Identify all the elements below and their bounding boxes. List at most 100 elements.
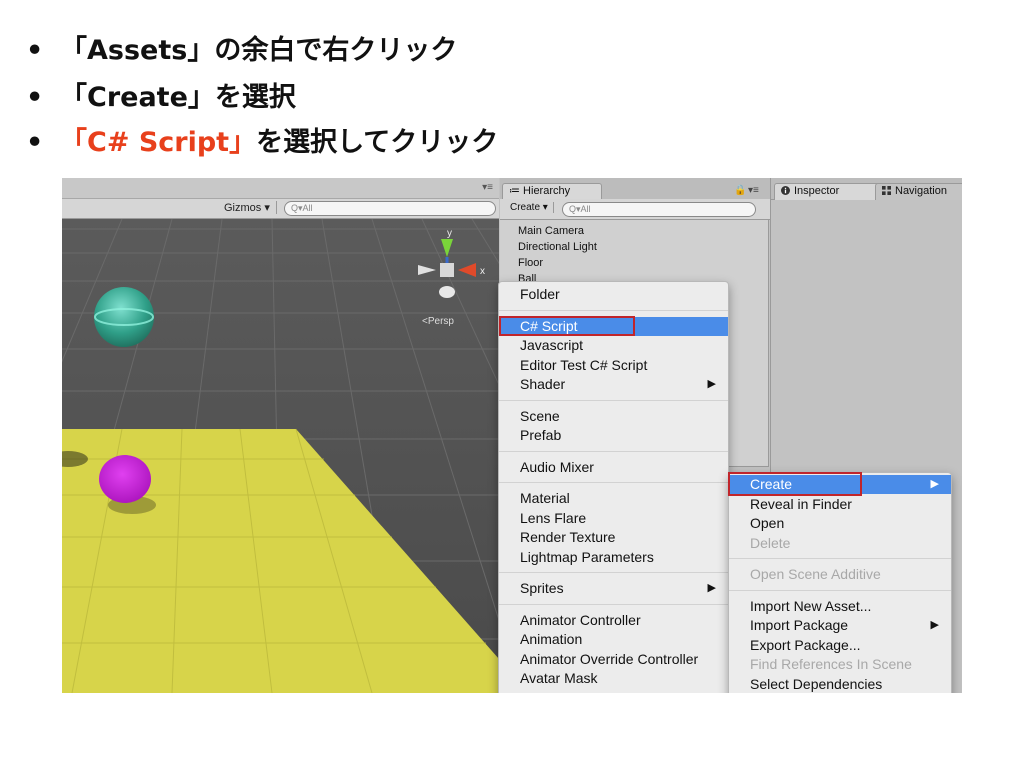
menu-item-label: Export Package...: [750, 636, 861, 653]
menu-item-scene[interactable]: Scene: [499, 407, 728, 426]
menu-item-avatar-mask[interactable]: Avatar Mask: [499, 669, 728, 688]
bullet-marker: •: [26, 82, 44, 113]
menu-item-label: Shader: [520, 376, 566, 392]
scene-view: ▾≡ Gizmos ▾ Q▾All y x <Persp: [62, 178, 499, 693]
magenta-ball[interactable]: [99, 455, 151, 503]
menu-item-render-texture[interactable]: Render Texture: [499, 528, 728, 547]
menu-separator: [729, 589, 951, 591]
menu-separator: [499, 482, 728, 483]
menu-item-label: Animator Controller: [520, 611, 641, 628]
menu-item-delete: Delete: [729, 534, 951, 553]
tab-menu-icon[interactable]: ▾≡: [748, 185, 759, 196]
gizmos-dropdown[interactable]: Gizmos ▾: [224, 201, 277, 214]
hierarchy-toolbar: Create ▾ Q▾All: [500, 199, 770, 220]
menu-item-import-package[interactable]: Import Package ▶: [729, 616, 951, 635]
menu-item-label: Open Scene Additive: [750, 566, 881, 582]
menu-item-animator-override-controller[interactable]: Animator Override Controller: [499, 650, 728, 669]
menu-item-sprites[interactable]: Sprites ▶: [499, 579, 728, 598]
menu-item-animator-controller[interactable]: Animator Controller: [499, 611, 728, 630]
bullet-3: • 「C# Script」を選択してクリック: [26, 120, 498, 159]
scene-search-input[interactable]: Q▾All: [284, 201, 496, 216]
menu-item-label: Sprites: [520, 580, 564, 596]
menu-item-open[interactable]: Open: [729, 514, 951, 533]
menu-item-label: Render Texture: [520, 529, 616, 545]
menu-item-editor-test-c-script[interactable]: Editor Test C# Script: [499, 356, 728, 375]
gizmo-x-label: x: [480, 266, 485, 277]
menu-item-select-dependencies[interactable]: Select Dependencies: [729, 675, 951, 694]
menu-item-javascript[interactable]: Javascript: [499, 336, 728, 355]
submenu-arrow-icon: ▶: [707, 582, 716, 594]
list-item[interactable]: Main Camera: [518, 225, 584, 237]
menu-item-label: Import Package: [750, 617, 849, 633]
project-context-menu: Create ▶ Reveal in Finder Open Delete Open Sc…: [728, 472, 952, 693]
bullet-highlight: 「C# Script」: [60, 127, 257, 158]
menu-item-import-new-asset[interactable]: Import New Asset...: [729, 597, 951, 616]
list-item[interactable]: Floor: [518, 257, 543, 269]
tab-hierarchy[interactable]: ≔ Hierarchy: [502, 183, 602, 200]
bullet-text: 「Create」を選択: [60, 82, 296, 113]
list-item[interactable]: Directional Light: [518, 241, 597, 253]
menu-item-material[interactable]: Material: [499, 489, 728, 508]
menu-item-label: Select Dependencies: [750, 675, 883, 692]
menu-item-folder[interactable]: Folder: [499, 285, 728, 304]
tab-inspector[interactable]: Inspector: [774, 183, 880, 200]
hierarchy-search-input[interactable]: Q▾All: [562, 202, 756, 217]
menu-item-reveal-in-finder[interactable]: Reveal in Finder: [729, 495, 951, 514]
menu-item-label: Reveal in Finder: [750, 495, 852, 512]
lock-icon[interactable]: 🔒: [734, 185, 746, 196]
menu-separator: [499, 399, 728, 401]
menu-separator: [729, 558, 951, 559]
bullet-marker: •: [26, 35, 44, 66]
menu-separator: [499, 603, 728, 605]
navigation-icon: [882, 186, 891, 195]
menu-separator: [499, 572, 728, 573]
menu-item-label: Delete: [750, 534, 791, 551]
persp-label[interactable]: <Persp: [422, 316, 454, 327]
menu-item-export-package[interactable]: Export Package...: [729, 636, 951, 655]
highlight-create: [728, 472, 862, 496]
gizmo-y-label: y: [447, 228, 452, 239]
tab-navigation-label: Navigation: [895, 185, 947, 197]
teal-sphere[interactable]: [94, 287, 154, 347]
menu-item-prefab[interactable]: Prefab: [499, 426, 728, 445]
menu-item-label: Animation: [520, 631, 583, 647]
submenu-arrow-icon: ▶: [930, 478, 939, 490]
submenu-arrow-icon: ▶: [707, 378, 716, 390]
menu-item-label: Scene: [520, 407, 560, 424]
info-icon: [781, 186, 790, 195]
tab-inspector-label: Inspector: [794, 185, 840, 197]
bullet-text: 「Assets」の余白で右クリック: [60, 35, 458, 66]
bullet-text: を選択してクリック: [256, 127, 499, 158]
menu-item-label: Audio Mixer: [520, 458, 594, 475]
unity-editor-screenshot: ▾≡ Gizmos ▾ Q▾All y x <Persp ≔ Hierarchy…: [62, 178, 962, 693]
menu-item-label: Animator Override Controller: [520, 650, 699, 667]
menu-item-label: Open: [750, 515, 785, 531]
submenu-arrow-icon: ▶: [930, 619, 939, 631]
scene-toolbar: Gizmos ▾ Q▾All: [62, 199, 499, 219]
inspector-tabbar: Inspector Navigation: [771, 178, 962, 200]
menu-separator: [499, 309, 728, 311]
menu-item-label: Avatar Mask: [520, 670, 598, 686]
scene-tab-menu-icon[interactable]: ▾≡: [482, 182, 493, 193]
menu-separator: [499, 450, 728, 452]
menu-item-lightmap-parameters[interactable]: Lightmap Parameters: [499, 548, 728, 567]
menu-item-audio-mixer[interactable]: Audio Mixer: [499, 458, 728, 477]
menu-item-label: Lens Flare: [520, 509, 587, 526]
highlight-csharp-script: [499, 316, 635, 336]
tab-navigation[interactable]: Navigation: [875, 183, 962, 200]
menu-item-animation[interactable]: Animation: [499, 630, 728, 649]
menu-item-label: Folder: [520, 286, 560, 302]
scene-tabstrip: ▾≡: [62, 178, 499, 199]
menu-item-shader[interactable]: Shader ▶: [499, 375, 728, 394]
menu-item-label: Import New Asset...: [750, 597, 872, 614]
create-dropdown[interactable]: Create ▾: [510, 202, 554, 213]
menu-item-label: Lightmap Parameters: [520, 548, 654, 565]
menu-item-label: Javascript: [520, 337, 584, 353]
bullet-2: • 「Create」を選択: [26, 75, 296, 114]
hierarchy-tabbar: ≔ Hierarchy 🔒 ▾≡: [500, 178, 770, 200]
create-submenu: Folder C# Script Javascript Editor Test C# …: [498, 281, 729, 693]
scene-canvas[interactable]: y x <Persp: [62, 219, 499, 693]
bullet-1: • 「Assets」の余白で右クリック: [26, 28, 457, 67]
menu-item-lens-flare[interactable]: Lens Flare: [499, 509, 728, 528]
menu-item-find-references-in-scene: Find References In Scene: [729, 655, 951, 674]
